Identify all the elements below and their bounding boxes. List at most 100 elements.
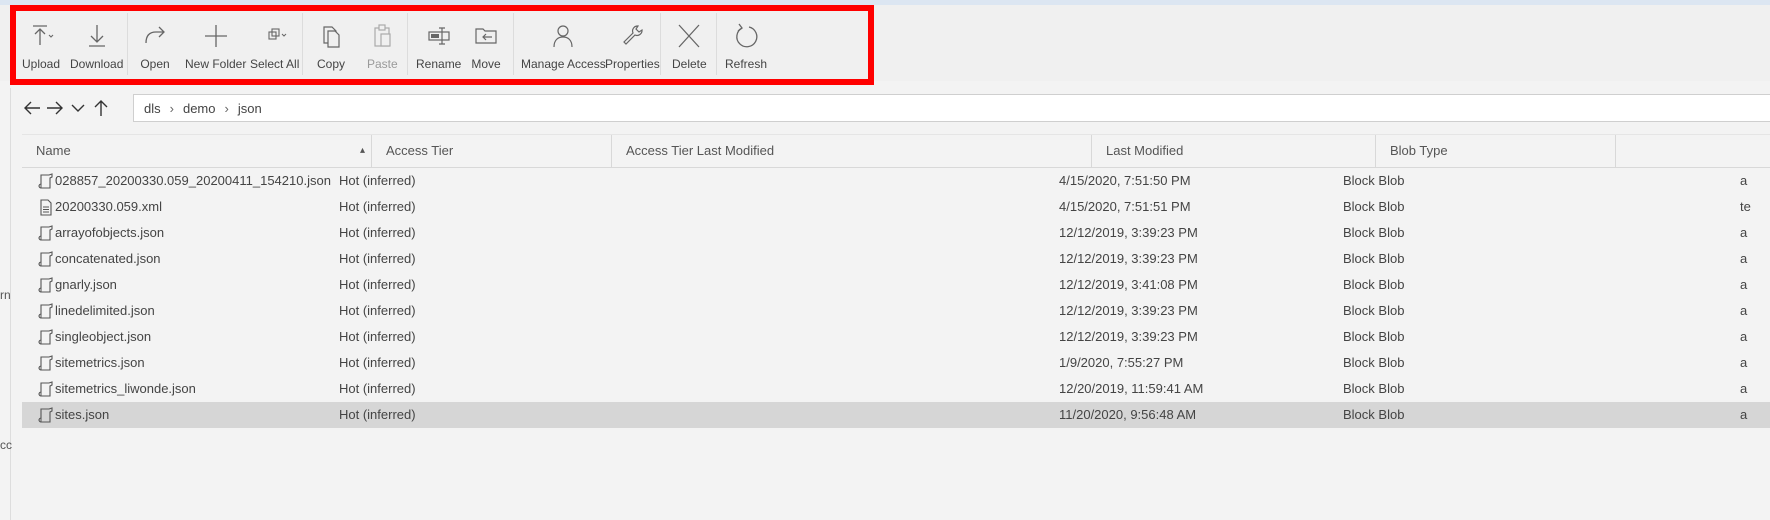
table-row[interactable]: sitemetrics_liwonde.json Hot (inferred) 12… — [22, 376, 1770, 402]
toolbar-separator — [660, 13, 661, 75]
toolbar-separator — [302, 13, 303, 75]
access-tier-cell: Hot (inferred) — [339, 173, 416, 188]
column-header-last-modified[interactable]: Last Modified — [1092, 135, 1376, 167]
access-tier-cell: Hot (inferred) — [339, 199, 416, 214]
refresh-button[interactable]: Refresh — [725, 17, 767, 79]
copy-label: Copy — [316, 57, 345, 71]
open-button[interactable]: Open — [140, 17, 170, 79]
left-pane-text-fragment: cc — [0, 438, 12, 452]
file-name-cell: singleobject.json — [55, 329, 152, 344]
new-folder-button[interactable]: New Folder — [185, 17, 246, 79]
table-row[interactable]: arrayofobjects.json Hot (inferred) 12/12/2… — [22, 220, 1770, 246]
blob-type-cell: Block Blob — [1343, 303, 1405, 318]
upload-button[interactable]: Upload — [22, 17, 60, 79]
manage-access-button[interactable]: Manage Access — [521, 17, 606, 79]
select-all-label: Select All — [250, 57, 300, 71]
new-folder-label: New Folder — [185, 57, 247, 71]
left-pane: rn cc — [0, 88, 12, 520]
truncated-cell: a — [1740, 251, 1748, 266]
delete-label: Delete — [672, 57, 707, 71]
last-modified-cell: 12/12/2019, 3:39:23 PM — [1059, 329, 1198, 344]
chevron-right-icon: › — [169, 100, 174, 116]
blob-type-cell: Block Blob — [1343, 329, 1405, 344]
properties-button[interactable]: Properties — [605, 17, 660, 79]
last-modified-cell: 1/9/2020, 7:55:27 PM — [1059, 355, 1184, 370]
file-name-cell: sites.json — [55, 407, 110, 422]
last-modified-cell: 4/15/2020, 7:51:51 PM — [1059, 199, 1191, 214]
left-pane-text-fragment: rn — [0, 288, 11, 302]
last-modified-cell: 12/12/2019, 3:41:08 PM — [1059, 277, 1198, 292]
file-table: Name ▴ Access Tier Access Tier Last Modi… — [22, 134, 1770, 428]
table-row[interactable]: sitemetrics.json Hot (inferred) 1/9/2020, … — [22, 350, 1770, 376]
column-header-blob-type[interactable]: Blob Type — [1376, 135, 1616, 167]
file-name-cell: 20200330.059.xml — [55, 199, 162, 214]
document-file-icon — [38, 199, 54, 216]
column-header-label: Access Tier Last Modified — [626, 143, 775, 158]
toolbar-separator — [127, 13, 128, 75]
breadcrumb-item[interactable]: json — [238, 101, 262, 116]
column-header-label: Name — [36, 143, 71, 158]
breadcrumb-item[interactable]: dls — [144, 101, 161, 116]
column-header-label: Access Tier — [386, 143, 454, 158]
forward-arrow-icon[interactable] — [45, 98, 65, 118]
up-arrow-icon[interactable] — [91, 98, 111, 118]
move-button[interactable]: Move — [471, 17, 501, 79]
download-button[interactable]: Download — [70, 17, 123, 79]
blob-type-cell: Block Blob — [1343, 381, 1405, 396]
blob-type-cell: Block Blob — [1343, 225, 1405, 240]
open-label: Open — [140, 57, 170, 71]
file-name-cell: sitemetrics_liwonde.json — [55, 381, 196, 396]
address-bar[interactable]: dls › demo › json — [133, 94, 1770, 122]
file-name-cell: 028857_20200330.059_20200411_154210.json — [55, 173, 331, 188]
table-row[interactable]: sites.json Hot (inferred) 11/20/2020, 9:56… — [22, 402, 1770, 428]
plus-icon — [204, 25, 227, 47]
copy-button[interactable]: Copy — [316, 17, 346, 79]
truncated-cell: a — [1740, 329, 1748, 344]
download-icon — [88, 25, 105, 47]
column-header-access-tier-last-modified[interactable]: Access Tier Last Modified — [612, 135, 1092, 167]
select-all-icon — [268, 28, 287, 40]
column-header-label: Last Modified — [1106, 143, 1184, 158]
access-tier-cell: Hot (inferred) — [339, 355, 416, 370]
json-file-icon — [38, 407, 54, 424]
table-row[interactable]: linedelimited.json Hot (inferred) 12/12/20… — [22, 298, 1770, 324]
truncated-cell: a — [1740, 173, 1748, 188]
table-row[interactable]: singleobject.json Hot (inferred) 12/12/201… — [22, 324, 1770, 350]
last-modified-cell: 11/20/2020, 9:56:48 AM — [1059, 407, 1197, 422]
truncated-cell: a — [1740, 407, 1748, 422]
toolbar: Upload Download Open New Folder Select A… — [0, 5, 1770, 81]
close-x-icon — [678, 24, 700, 48]
table-row[interactable]: 20200330.059.xml Hot (inferred) 4/15/2020,… — [22, 194, 1770, 220]
file-name-cell: gnarly.json — [55, 277, 117, 292]
table-row[interactable]: 028857_20200330.059_20200411_154210.json… — [22, 168, 1770, 194]
breadcrumb-item[interactable]: demo — [183, 101, 216, 116]
download-label: Download — [70, 57, 124, 71]
properties-label: Properties — [605, 57, 660, 71]
last-modified-cell: 12/12/2019, 3:39:23 PM — [1059, 251, 1198, 266]
column-header-access-tier[interactable]: Access Tier — [372, 135, 612, 167]
rename-button[interactable]: Rename — [416, 17, 461, 79]
select-all-button[interactable]: Select All — [250, 17, 299, 79]
chevron-down-icon[interactable] — [68, 98, 88, 118]
last-modified-cell: 12/20/2019, 11:59:41 AM — [1059, 381, 1204, 396]
truncated-cell: a — [1740, 303, 1748, 318]
access-tier-cell: Hot (inferred) — [339, 381, 416, 396]
file-name-cell: linedelimited.json — [55, 303, 155, 318]
truncated-cell: a — [1740, 225, 1748, 240]
json-file-icon — [38, 173, 54, 190]
back-arrow-icon[interactable] — [22, 98, 42, 118]
last-modified-cell: 4/15/2020, 7:51:50 PM — [1059, 173, 1191, 188]
delete-button[interactable]: Delete — [672, 17, 707, 79]
table-row[interactable]: gnarly.json Hot (inferred) 12/12/2019, 3:4… — [22, 272, 1770, 298]
table-row[interactable]: concatenated.json Hot (inferred) 12/12/201… — [22, 246, 1770, 272]
blob-type-cell: Block Blob — [1343, 251, 1405, 266]
json-file-icon — [38, 225, 54, 242]
upload-icon — [33, 25, 54, 45]
json-file-icon — [38, 381, 54, 398]
copy-icon — [323, 26, 340, 48]
paste-button[interactable]: Paste — [367, 17, 398, 79]
truncated-cell: a — [1740, 355, 1748, 370]
column-header-name[interactable]: Name ▴ — [22, 135, 372, 167]
blob-type-cell: Block Blob — [1343, 355, 1405, 370]
blob-type-cell: Block Blob — [1343, 173, 1405, 188]
